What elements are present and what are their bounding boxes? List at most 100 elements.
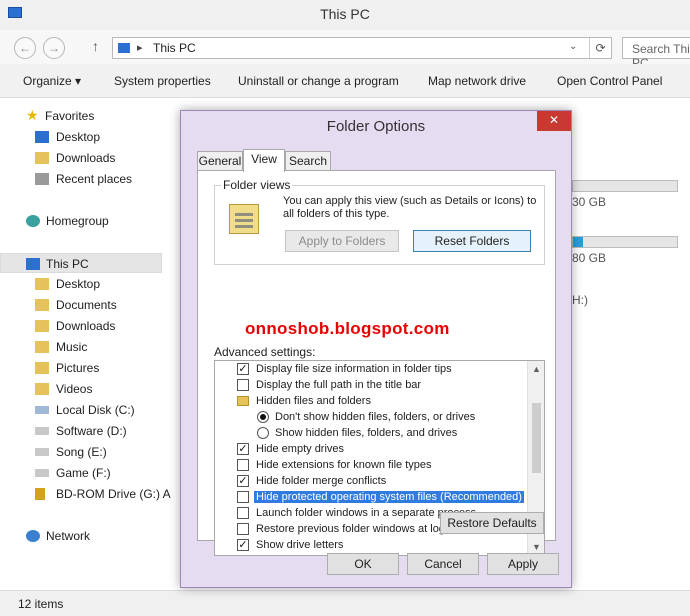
- setting-display-file-size[interactable]: ✓ Display file size information in folde…: [215, 361, 527, 377]
- navigation-pane: ★ Favorites Desktop Downloads Recent pla…: [0, 98, 172, 590]
- sidebar-item-local-disk[interactable]: Local Disk (C:): [0, 400, 162, 420]
- sidebar-item-bd-rom[interactable]: BD-ROM Drive (G:) A: [0, 484, 171, 504]
- sidebar-item-this-pc[interactable]: This PC: [0, 253, 162, 273]
- setting-label: Show drive letters: [256, 539, 344, 551]
- checkbox-checked[interactable]: ✓: [237, 475, 249, 487]
- computer-icon: [118, 43, 130, 53]
- checkbox-unchecked[interactable]: [237, 459, 249, 471]
- cancel-button[interactable]: Cancel: [407, 553, 479, 575]
- organize-button[interactable]: Organize ▾: [23, 74, 81, 88]
- navigation-bar: ← → ↑ ▸ This PC ⌄ ⟳ Search This PC: [0, 30, 690, 70]
- chevron-down-icon[interactable]: ⌄: [569, 41, 577, 52]
- setting-hide-extensions[interactable]: Hide extensions for known file types: [215, 457, 527, 473]
- up-button[interactable]: ↑: [92, 38, 99, 54]
- address-bar[interactable]: ▸ This PC ⌄ ⟳: [112, 37, 612, 59]
- sidebar-item-recent-places[interactable]: Recent places: [0, 169, 162, 189]
- setting-label: Display file size information in folder …: [256, 363, 452, 375]
- sidebar-item-pc-desktop[interactable]: Desktop: [0, 274, 162, 294]
- folder-views-description: You can apply this view (such as Details…: [283, 195, 537, 220]
- drive-usage-fill: [573, 237, 584, 247]
- uninstall-program-button[interactable]: Uninstall or change a program: [238, 74, 399, 88]
- sidebar-item-label: This PC: [46, 257, 89, 271]
- system-properties-button[interactable]: System properties: [114, 74, 211, 88]
- setting-show-hidden[interactable]: Show hidden files, folders, and drives: [215, 425, 527, 441]
- drive-icon: [35, 469, 49, 477]
- folder-views-group: Folder views You can apply this view (su…: [214, 178, 545, 265]
- drive-icon: [35, 406, 49, 414]
- sidebar-item-downloads[interactable]: Downloads: [0, 148, 162, 168]
- checkbox-checked[interactable]: ✓: [237, 363, 249, 375]
- window-title: This PC: [320, 6, 370, 22]
- setting-label: Hide extensions for known file types: [256, 459, 432, 471]
- setting-hidden-files-group: Hidden files and folders: [215, 393, 527, 409]
- radio-selected[interactable]: [257, 411, 269, 423]
- setting-display-full-path[interactable]: Display the full path in the title bar: [215, 377, 527, 393]
- sidebar-item-game-drive[interactable]: Game (F:): [0, 463, 162, 483]
- setting-dont-show-hidden[interactable]: Don't show hidden files, folders, or dri…: [215, 409, 527, 425]
- drive-size-text: 30 GB: [572, 195, 607, 209]
- folder-icon: [35, 341, 49, 353]
- sidebar-item-music[interactable]: Music: [0, 337, 162, 357]
- recent-places-icon: [35, 173, 49, 185]
- sidebar-item-label: Recent places: [56, 172, 133, 186]
- sidebar-item-documents[interactable]: Documents: [0, 295, 162, 315]
- downloads-folder-icon: [35, 152, 49, 164]
- checkbox-unchecked[interactable]: [237, 491, 249, 503]
- sidebar-item-videos[interactable]: Videos: [0, 379, 162, 399]
- sidebar-item-label: Videos: [56, 382, 93, 396]
- search-input[interactable]: Search This PC: [622, 37, 690, 70]
- command-bar: Organize ▾ System properties Uninstall o…: [0, 64, 690, 98]
- back-button[interactable]: ←: [14, 37, 36, 59]
- apply-button[interactable]: Apply: [487, 553, 559, 575]
- sidebar-item-network[interactable]: Network: [0, 526, 162, 546]
- sidebar-item-label: Downloads: [56, 151, 116, 165]
- tab-search[interactable]: Search: [285, 151, 331, 171]
- sidebar-item-label: Song (E:): [56, 445, 107, 459]
- desktop-icon: [35, 131, 49, 143]
- checkbox-unchecked[interactable]: [237, 507, 249, 519]
- setting-label: Display the full path in the title bar: [256, 379, 422, 391]
- folder-icon: [35, 299, 49, 311]
- setting-label: Hidden files and folders: [256, 395, 371, 407]
- sidebar-item-label: Downloads: [56, 319, 116, 333]
- sidebar-item-label: Desktop: [56, 130, 101, 144]
- restore-defaults-button[interactable]: Restore Defaults: [440, 512, 544, 534]
- reset-folders-button[interactable]: Reset Folders: [413, 230, 531, 252]
- ok-button[interactable]: OK: [327, 553, 399, 575]
- folder-icon: [35, 278, 49, 290]
- checkbox-checked[interactable]: ✓: [237, 539, 249, 551]
- close-button[interactable]: ✕: [537, 111, 571, 131]
- drive-usage-bar: [572, 236, 678, 248]
- folder-options-dialog: Folder Options ✕ General View Search Fol…: [180, 110, 572, 588]
- sidebar-item-label: Favorites: [45, 109, 95, 123]
- setting-label: Show hidden files, folders, and drives: [275, 427, 458, 439]
- sidebar-item-pc-downloads[interactable]: Downloads: [0, 316, 162, 336]
- sidebar-item-homegroup[interactable]: Homegroup: [0, 211, 162, 231]
- network-icon: [26, 530, 40, 542]
- setting-hide-merge-conflicts[interactable]: ✓ Hide folder merge conflicts: [215, 473, 527, 489]
- checkbox-checked[interactable]: ✓: [237, 443, 249, 455]
- tab-general[interactable]: General: [197, 151, 243, 171]
- setting-hide-protected-files[interactable]: Hide protected operating system files (R…: [215, 489, 527, 505]
- radio-unselected[interactable]: [257, 427, 269, 439]
- apply-to-folders-button[interactable]: Apply to Folders: [285, 230, 399, 252]
- map-network-drive-button[interactable]: Map network drive: [428, 74, 526, 88]
- watermark-text: onnoshob.blogspot.com: [245, 319, 450, 338]
- sidebar-item-software-drive[interactable]: Software (D:): [0, 421, 162, 441]
- sidebar-item-song-drive[interactable]: Song (E:): [0, 442, 162, 462]
- folder-icon: [35, 362, 49, 374]
- sidebar-item-pictures[interactable]: Pictures: [0, 358, 162, 378]
- checkbox-unchecked[interactable]: [237, 379, 249, 391]
- tab-view[interactable]: View: [243, 149, 285, 172]
- checkbox-unchecked[interactable]: [237, 523, 249, 535]
- forward-button[interactable]: →: [43, 37, 65, 59]
- refresh-button[interactable]: ⟳: [589, 38, 611, 58]
- sidebar-item-favorites[interactable]: ★ Favorites: [0, 106, 162, 126]
- open-control-panel-button[interactable]: Open Control Panel: [557, 74, 662, 88]
- scroll-up-icon[interactable]: ▲: [528, 361, 544, 377]
- scroll-thumb[interactable]: [532, 403, 541, 473]
- sidebar-item-desktop[interactable]: Desktop: [0, 127, 162, 147]
- setting-show-drive-letters[interactable]: ✓ Show drive letters: [215, 537, 527, 553]
- setting-hide-empty-drives[interactable]: ✓ Hide empty drives: [215, 441, 527, 457]
- chevron-right-icon: ▸: [137, 42, 143, 54]
